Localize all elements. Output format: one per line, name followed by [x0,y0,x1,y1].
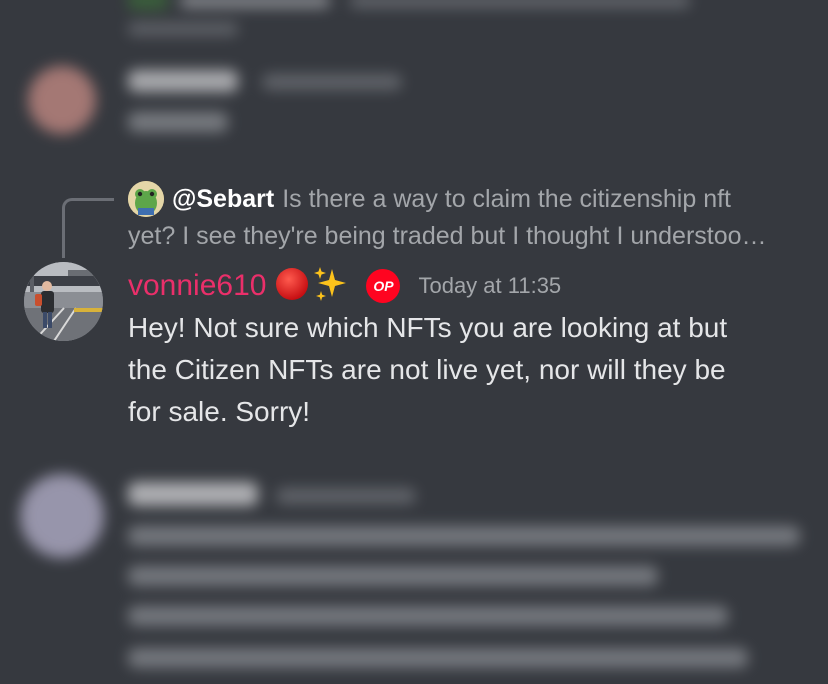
reply-preview[interactable]: @Sebart Is there a way to claim the citiz… [172,181,812,218]
blurred-avatar [128,0,168,10]
blurred-message-bottom [0,460,828,684]
reply-mention[interactable]: @Sebart [172,185,274,213]
reply-connector [62,198,114,258]
red-circle-icon [274,266,310,307]
message-header: vonnie610 OP Today at 11:35 [128,264,561,308]
sparkles-icon [312,265,350,308]
blurred-message-top [0,0,828,160]
street-photo-avatar-icon [24,262,103,341]
op-token-badge: OP [366,269,401,303]
blurred-avatar [20,474,104,558]
chat-screen: @Sebart Is there a way to claim the citiz… [0,0,828,684]
message-line: for sale. Sorry! [128,396,311,427]
author-name[interactable]: vonnie610 [128,269,266,303]
message-line: the Citizen NFTs are not live yet, nor w… [128,354,726,385]
reply-text-line1: Is there a way to claim the citizenship … [282,185,732,213]
reply-avatar[interactable] [128,181,164,217]
message-content: Hey! Not sure which NFTs you are looking… [128,307,808,433]
blurred-avatar [28,66,96,134]
message-line: Hey! Not sure which NFTs you are looking… [128,312,728,343]
frog-avatar-icon [128,181,164,217]
message-timestamp[interactable]: Today at 11:35 [418,273,561,299]
reply-text-line2: yet? I see they're being traded but I th… [128,222,767,250]
author-avatar[interactable] [24,262,103,341]
